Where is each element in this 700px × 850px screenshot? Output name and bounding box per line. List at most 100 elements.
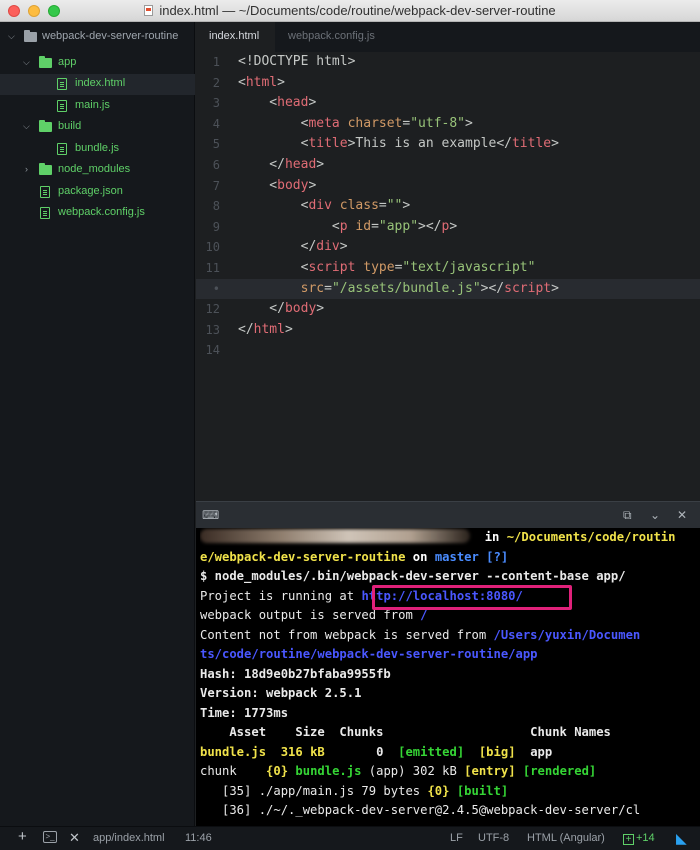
terminal-line: in ~/Documents/code/routin	[200, 528, 700, 548]
code-line[interactable]: 11 <script type="text/javascript"	[196, 258, 700, 279]
tree-file-package-json[interactable]: package.json	[0, 182, 195, 203]
code-line[interactable]: 8 <div class="">	[196, 196, 700, 217]
terminal-line: chunk {0} bundle.js (app) 302 kB [entry]…	[200, 762, 700, 782]
code-token: =	[371, 218, 379, 234]
terminal-text: app	[515, 744, 553, 759]
terminal-path: /Users/yuxin/Documen	[493, 627, 641, 642]
terminal-flag: [emitted]	[398, 744, 465, 759]
terminal-output[interactable]: in ~/Documents/code/routin e/webpack-dev…	[196, 528, 700, 826]
code-token: >	[551, 136, 559, 152]
line-number: 2	[212, 75, 220, 90]
code-token: id	[355, 218, 372, 234]
terminal-icon[interactable]: ⌨	[202, 508, 219, 522]
code-token: "app"	[378, 218, 419, 234]
blurred-username	[200, 529, 470, 543]
code-token: head	[277, 95, 309, 111]
code-token: >	[277, 74, 285, 90]
code-line[interactable]: 12 </body>	[196, 299, 700, 320]
terminal-table-header: Asset Size Chunks Chunk Names	[200, 725, 611, 739]
terminal-toggle-icon[interactable]: >_	[43, 831, 57, 843]
code-line[interactable]: 10 </div>	[196, 237, 700, 258]
add-terminal-icon[interactable]: +	[18, 828, 27, 845]
tree-file-main-js[interactable]: main.js	[0, 96, 195, 117]
code-line[interactable]: 1 <!DOCTYPE html>	[196, 52, 700, 73]
line-number: 3	[212, 96, 220, 111]
collapse-panel-icon[interactable]: ⌄	[650, 508, 660, 522]
tree-folder-app[interactable]: ⌵ app	[0, 53, 195, 74]
code-text: <html>	[238, 73, 285, 94]
tab-index-html[interactable]: index.html	[196, 22, 275, 52]
terminal-text: on	[405, 549, 435, 564]
code-token: =	[324, 280, 332, 296]
code-token: =	[378, 198, 387, 214]
file-icon	[57, 100, 67, 112]
status-cursor-position[interactable]: 11:46	[185, 832, 212, 844]
terminal-line: Content not from webpack is served from …	[200, 626, 700, 646]
tree-file-webpack-config[interactable]: webpack.config.js	[0, 203, 195, 224]
file-icon	[40, 186, 50, 198]
line-number: 13	[205, 322, 220, 337]
terminal-path: /	[420, 608, 428, 622]
squirrel-update-icon[interactable]: ◣	[676, 830, 687, 847]
tree-root-folder[interactable]: ⌵ webpack-dev-server-routine	[0, 27, 195, 48]
code-token: ""	[386, 198, 403, 214]
terminal-line: ts/code/routine/webpack-dev-server-routi…	[200, 645, 700, 665]
code-line[interactable]: • src="/assets/bundle.js"></script>	[196, 278, 700, 300]
terminal-flag: [big]	[464, 744, 516, 759]
code-text: <body>	[238, 176, 316, 197]
terminal-flag: [built]	[449, 783, 509, 798]
code-token: >	[316, 157, 325, 172]
code-text: <!DOCTYPE html>	[238, 52, 355, 73]
file-icon	[57, 78, 67, 90]
terminal-text: chunk	[200, 764, 267, 778]
code-line[interactable]: 9 <p id="app"></p>	[196, 217, 700, 238]
maximize-panel-icon[interactable]: ⧉	[623, 508, 632, 523]
code-line[interactable]: 5 <title>This is an example</title>	[196, 134, 700, 155]
code-text: <div class="">	[238, 196, 411, 217]
code-editor[interactable]: 1 <!DOCTYPE html> 2 <html> 3 <head> 4 <meta c…	[196, 52, 700, 501]
tree-file-index-html[interactable]: index.html	[0, 74, 195, 95]
code-token: class	[339, 198, 379, 214]
url-highlight-box	[372, 585, 572, 610]
code-text: <meta charset="utf-8">	[238, 114, 473, 135]
tree-file-bundle-js[interactable]: bundle.js	[0, 139, 195, 160]
terminal-chunk-id: {0}	[427, 783, 450, 798]
code-token: script	[308, 260, 356, 275]
terminal-line: e/webpack-dev-server-routine on master […	[200, 548, 700, 568]
line-number: 5	[212, 137, 220, 152]
code-text: </html>	[238, 320, 293, 341]
code-line[interactable]: 13 </html>	[196, 320, 700, 341]
status-line-ending[interactable]: LF	[450, 832, 463, 844]
close-icon[interactable]: ✕	[69, 830, 80, 846]
tree-folder-node-modules[interactable]: › node_modules	[0, 160, 195, 181]
tree-root-label: webpack-dev-server-routine	[42, 30, 179, 42]
code-line[interactable]: 3 <head>	[196, 93, 700, 114]
terminal-text: webpack output is served from	[200, 608, 421, 622]
terminal-flag: [rendered]	[515, 764, 597, 778]
code-text: <head>	[238, 93, 316, 114]
code-token: html	[245, 74, 278, 90]
tab-webpack-config[interactable]: webpack.config.js	[275, 22, 387, 52]
terminal-line: bundle.js 316 kB 0 [emitted] [big] app	[200, 743, 700, 763]
tree-folder-build[interactable]: ⌵ build	[0, 117, 195, 138]
line-number: 8	[212, 199, 220, 214]
status-grammar[interactable]: HTML (Angular)	[527, 832, 605, 844]
tree-item-label: main.js	[75, 99, 110, 111]
code-text: </head>	[238, 155, 324, 176]
code-line[interactable]: 4 <meta charset="utf-8">	[196, 114, 700, 135]
code-line[interactable]: 14	[196, 340, 700, 361]
git-added-count: +14	[636, 832, 655, 844]
tree-item-label: build	[58, 120, 82, 132]
git-branch: master	[434, 549, 479, 564]
status-encoding[interactable]: UTF-8	[478, 832, 509, 844]
code-text: <p id="app"></p>	[238, 217, 457, 238]
status-file-path[interactable]: app/index.html	[93, 832, 165, 844]
code-token: </	[496, 136, 512, 152]
code-line[interactable]: 7 <body>	[196, 176, 700, 197]
code-line[interactable]: 6 </head>	[196, 155, 700, 176]
code-token: </	[238, 301, 285, 317]
git-added-status[interactable]: + +14	[623, 832, 655, 845]
code-line[interactable]: 2 <html>	[196, 73, 700, 94]
close-panel-icon[interactable]: ✕	[677, 508, 687, 522]
